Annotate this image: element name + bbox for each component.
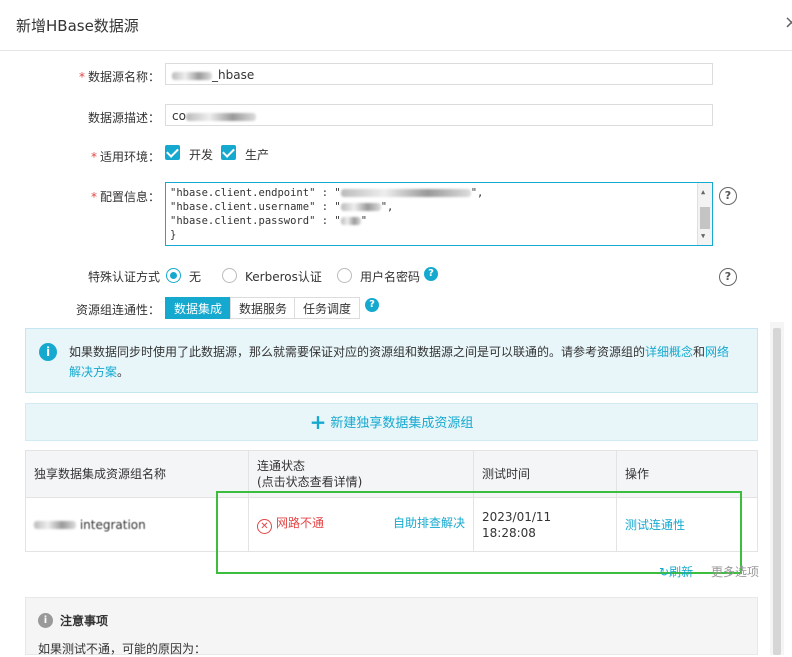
redacted-text bbox=[340, 217, 361, 225]
notice-panel: i 注意事项 如果测试不通，可能的原因为： bbox=[25, 597, 758, 656]
env-dev-label: 开发 bbox=[189, 148, 214, 162]
action-cell: 测试连通性 bbox=[616, 497, 758, 552]
refresh-label: 刷新 bbox=[669, 565, 694, 579]
env-prod-checkbox[interactable] bbox=[221, 145, 236, 160]
info-and: 和 bbox=[693, 345, 706, 359]
name-input[interactable]: _hbase bbox=[165, 63, 713, 85]
error-icon: ✕ bbox=[257, 519, 272, 534]
test-time-cell: 2023/01/11 18:28:08 bbox=[473, 497, 617, 552]
redacted-text bbox=[340, 189, 471, 197]
dialog-header: 新增HBase数据源 × bbox=[0, 0, 792, 51]
redacted-text bbox=[172, 71, 212, 80]
config-line: "hbase.client.password" : " " bbox=[170, 215, 368, 227]
col-name-header: 独享数据集成资源组名称 bbox=[25, 450, 249, 498]
info-alert: i 如果数据同步时使用了此数据源，那么就需要保证对应的资源组和数据源之间是可以联… bbox=[25, 328, 758, 393]
textarea-scrollbar[interactable]: ▲ ▼ bbox=[697, 183, 712, 245]
test-connectivity-link[interactable]: 测试连通性 bbox=[625, 518, 685, 532]
resource-group-name: integration bbox=[25, 497, 249, 552]
env-label: * 适用环境： bbox=[90, 150, 160, 164]
test-clock: 18:28:08 bbox=[482, 525, 536, 540]
table-header-row: 独享数据集成资源组名称 连通状态 (点击状态查看详情) 测试时间 操作 bbox=[25, 450, 758, 498]
config-help-icon[interactable]: ? bbox=[719, 187, 737, 205]
more-options-link[interactable]: 更多选项 bbox=[711, 563, 759, 580]
config-textarea[interactable]: "hbase.client.endpoint" : " ", "hbase.cli… bbox=[165, 182, 713, 246]
info-body: 如果数据同步时使用了此数据源，那么就需要保证对应的资源组和数据源之间是可以联通的… bbox=[69, 345, 646, 359]
info-icon: i bbox=[39, 343, 57, 361]
config-line: "hbase.client.endpoint" : " ", bbox=[170, 187, 484, 199]
env-dev-checkbox[interactable] bbox=[165, 145, 180, 160]
status-header-line1: 连通状态 bbox=[257, 459, 306, 473]
auth-kerberos-label: Kerberos认证 bbox=[245, 270, 322, 284]
plus-icon: + bbox=[309, 410, 327, 434]
col-time-header: 测试时间 bbox=[473, 450, 617, 498]
auth-label: 特殊认证方式 bbox=[87, 270, 160, 284]
info-end: 。 bbox=[117, 365, 130, 379]
col-action-header: 操作 bbox=[616, 450, 758, 498]
panel-scrollbar[interactable] bbox=[770, 322, 784, 655]
scroll-up-icon[interactable]: ▲ bbox=[701, 185, 705, 199]
redacted-text bbox=[340, 203, 381, 211]
info-text: 如果数据同步时使用了此数据源，那么就需要保证对应的资源组和数据源之间是可以联通的… bbox=[69, 342, 739, 382]
auth-userpass-radio[interactable] bbox=[337, 268, 352, 283]
tab-data-integration[interactable]: 数据集成 bbox=[165, 297, 232, 319]
connectivity-help-icon[interactable]: ? bbox=[365, 298, 379, 312]
notice-title: 注意事项 bbox=[60, 614, 109, 628]
resource-group-table: 独享数据集成资源组名称 连通状态 (点击状态查看详情) 测试时间 操作 inte… bbox=[25, 450, 758, 552]
desc-input[interactable]: co bbox=[165, 104, 713, 126]
auth-kerberos-radio[interactable] bbox=[222, 268, 237, 283]
status-cell: ✕ 网路不通 自助排查解决 bbox=[248, 497, 474, 552]
test-date: 2023/01/11 bbox=[482, 509, 552, 524]
tab-data-service[interactable]: 数据服务 bbox=[230, 297, 297, 319]
redacted-text bbox=[34, 521, 76, 529]
close-icon[interactable]: × bbox=[784, 12, 792, 33]
detail-concept-link[interactable]: 详细概念 bbox=[645, 345, 693, 359]
auth-help-icon[interactable]: ? bbox=[424, 267, 438, 281]
config-line: } bbox=[170, 229, 177, 241]
auth-userpass-label: 用户名密码 bbox=[360, 270, 421, 284]
scroll-thumb[interactable] bbox=[700, 207, 710, 229]
auth-none-label: 无 bbox=[189, 270, 202, 284]
status-error[interactable]: ✕ 网路不通 bbox=[257, 516, 324, 534]
add-resource-group-label: 新建独享数据集成资源组 bbox=[330, 416, 474, 431]
auth-side-help-icon[interactable]: ? bbox=[719, 268, 737, 286]
config-label: * 配置信息： bbox=[90, 190, 160, 204]
add-resource-group-button[interactable]: + 新建独享数据集成资源组 bbox=[25, 403, 758, 441]
desc-label: 数据源描述： bbox=[87, 111, 160, 125]
refresh-button[interactable]: ↻刷新 bbox=[659, 563, 693, 580]
refresh-icon: ↻ bbox=[659, 565, 670, 579]
status-header-line2: (点击状态查看详情) bbox=[257, 475, 363, 489]
config-line: "hbase.client.username" : " ", bbox=[170, 201, 394, 213]
name-label: * 数据源名称： bbox=[78, 70, 160, 84]
dialog-title: 新增HBase数据源 bbox=[16, 17, 139, 35]
col-status-header: 连通状态 (点击状态查看详情) bbox=[248, 450, 474, 498]
table-row: integration ✕ 网路不通 自助排查解决 2023/01/11 18:2… bbox=[25, 497, 758, 552]
scroll-down-icon[interactable]: ▼ bbox=[701, 229, 705, 243]
panel-scroll-thumb[interactable] bbox=[773, 328, 781, 655]
connectivity-label: 资源组连通性： bbox=[75, 303, 160, 317]
auth-none-radio[interactable] bbox=[166, 268, 181, 283]
info-icon: i bbox=[38, 613, 53, 628]
redacted-text bbox=[185, 112, 256, 121]
notice-body: 如果测试不通，可能的原因为： bbox=[38, 642, 207, 656]
tab-task-scheduling[interactable]: 任务调度 bbox=[294, 297, 361, 319]
env-prod-label: 生产 bbox=[245, 148, 270, 162]
self-troubleshoot-link[interactable]: 自助排查解决 bbox=[393, 515, 465, 531]
